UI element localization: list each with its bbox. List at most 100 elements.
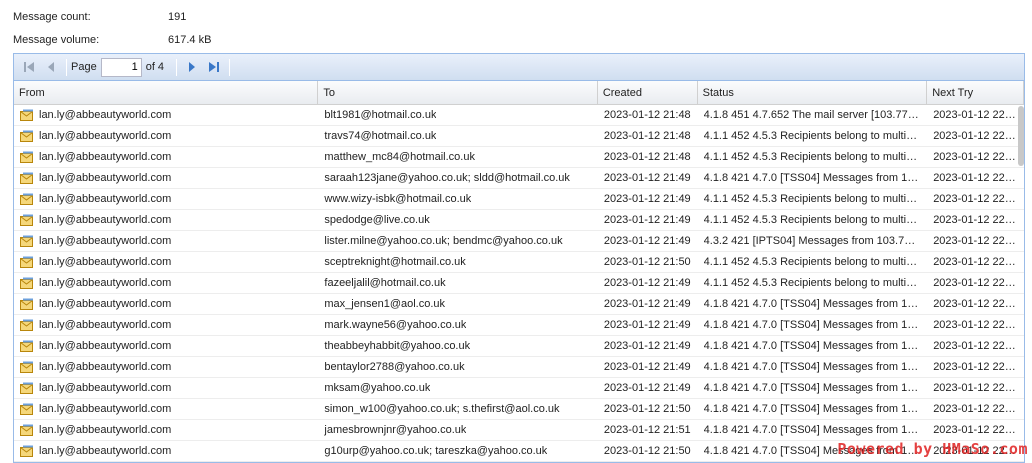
next-page-button[interactable] [181, 57, 203, 77]
next-try-cell: 2023-01-12 22:20 [933, 403, 1019, 415]
next-try-cell: 2023-01-12 22:19 [933, 130, 1019, 142]
paging-toolbar: Page of 4 [14, 54, 1024, 81]
next-try-cell: 2023-01-12 22:20 [933, 382, 1019, 394]
created-cell: 2023-01-12 21:48 [603, 130, 691, 142]
column-header-to[interactable]: To [318, 81, 598, 104]
table-row[interactable]: lan.ly@abbeautyworld.com blt1981@hotmail.… [14, 105, 1024, 126]
created-cell: 2023-01-12 21:50 [603, 256, 691, 268]
status-cell: 4.1.8 421 4.7.0 [TSS04] Messages from 1… [703, 172, 919, 184]
table-row[interactable]: lan.ly@abbeautyworld.com matthew_mc84@hot… [14, 147, 1024, 168]
page-number-input[interactable] [100, 57, 142, 77]
to-cell: sceptreknight@hotmail.co.uk [324, 256, 466, 268]
page-label: Page [71, 61, 97, 73]
toolbar-separator [229, 58, 231, 76]
created-cell: 2023-01-12 21:49 [603, 298, 691, 310]
table-row[interactable]: lan.ly@abbeautyworld.com sceptreknight@ho… [14, 252, 1024, 273]
queued-message-icon [20, 403, 33, 415]
grid-vertical-scrollbar[interactable] [1018, 106, 1024, 166]
table-row[interactable]: lan.ly@abbeautyworld.com lister.milne@yah… [14, 231, 1024, 252]
table-row[interactable]: lan.ly@abbeautyworld.com theabbeyhabbit@y… [14, 336, 1024, 357]
queued-message-icon [20, 445, 33, 457]
last-page-icon [209, 62, 220, 72]
status-cell: 4.1.1 452 4.5.3 Recipients belong to mul… [703, 256, 922, 268]
status-cell: 4.1.8 421 4.7.0 [TSS04] Messages from 1… [703, 298, 919, 310]
first-page-button[interactable] [18, 57, 40, 77]
table-row[interactable]: lan.ly@abbeautyworld.com spedodge@live.co… [14, 210, 1024, 231]
from-cell: lan.ly@abbeautyworld.com [39, 235, 172, 247]
table-row[interactable]: lan.ly@abbeautyworld.com mksam@yahoo.co.u… [14, 378, 1024, 399]
last-page-button[interactable] [203, 57, 225, 77]
table-row[interactable]: lan.ly@abbeautyworld.com simon_w100@yahoo… [14, 399, 1024, 420]
message-volume-label: Message volume: [13, 33, 100, 46]
table-row[interactable]: lan.ly@abbeautyworld.com jamesbrownjnr@ya… [14, 420, 1024, 441]
to-cell: fazeeljalil@hotmail.co.uk [324, 277, 446, 289]
from-cell: lan.ly@abbeautyworld.com [39, 256, 172, 268]
queued-message-icon [20, 382, 33, 394]
message-count-label: Message count: [13, 10, 91, 23]
created-cell: 2023-01-12 21:49 [603, 277, 691, 289]
stats-panel: Message count: 191 Message volume: 617.4… [13, 0, 413, 51]
status-cell: 4.1.1 452 4.5.3 Recipients belong to mul… [703, 214, 922, 226]
table-row[interactable]: lan.ly@abbeautyworld.com max_jensen1@aol.… [14, 294, 1024, 315]
status-cell: 4.1.8 451 4.7.652 The mail server [103.7… [703, 109, 922, 121]
column-header-created[interactable]: Created [598, 81, 698, 104]
message-volume-row: Message volume: 617.4 kB [13, 28, 413, 51]
from-cell: lan.ly@abbeautyworld.com [39, 214, 172, 226]
status-cell: 4.1.1 452 4.5.3 Recipients belong to mul… [703, 130, 922, 142]
from-cell: lan.ly@abbeautyworld.com [39, 361, 172, 373]
to-cell: saraah123jane@yahoo.co.uk; sldd@hotmail.… [324, 172, 570, 184]
first-page-icon [24, 62, 34, 72]
grid-body: lan.ly@abbeautyworld.com blt1981@hotmail.… [14, 105, 1024, 462]
next-try-cell: 2023-01-12 22:19 [933, 172, 1019, 184]
table-row[interactable]: lan.ly@abbeautyworld.com fazeeljalil@hotm… [14, 273, 1024, 294]
next-try-cell: 2023-01-12 22:19 [933, 298, 1019, 310]
status-cell: 4.1.1 452 4.5.3 Recipients belong to mul… [703, 151, 922, 163]
created-cell: 2023-01-12 21:49 [603, 319, 691, 331]
next-try-cell: 2023-01-12 22:19 [933, 340, 1019, 352]
toolbar-separator [176, 58, 178, 76]
next-try-cell: 2023-01-12 22:19 [933, 193, 1019, 205]
created-cell: 2023-01-12 21:49 [603, 193, 691, 205]
next-try-cell: 2023-01-12 22:19 [933, 235, 1019, 247]
created-cell: 2023-01-12 21:49 [603, 172, 691, 184]
table-row[interactable]: lan.ly@abbeautyworld.com saraah123jane@ya… [14, 168, 1024, 189]
to-cell: mark.wayne56@yahoo.co.uk [324, 319, 467, 331]
status-cell: 4.1.8 421 4.7.0 [TSS04] Messages from 1… [703, 361, 919, 373]
from-cell: lan.ly@abbeautyworld.com [39, 424, 172, 436]
to-cell: bentaylor2788@yahoo.co.uk [324, 361, 465, 373]
status-cell: 4.1.8 421 4.7.0 [TSS04] Messages from 1… [703, 403, 919, 415]
powered-by-watermark: Powered by HMaSo.com [837, 440, 1028, 458]
created-cell: 2023-01-12 21:51 [603, 424, 691, 436]
table-row[interactable]: lan.ly@abbeautyworld.com www.wizy-isbk@ho… [14, 189, 1024, 210]
created-cell: 2023-01-12 21:49 [603, 382, 691, 394]
table-row[interactable]: lan.ly@abbeautyworld.com travs74@hotmail.… [14, 126, 1024, 147]
from-cell: lan.ly@abbeautyworld.com [39, 403, 172, 415]
status-cell: 4.1.8 421 4.7.0 [TSS04] Messages from 1… [703, 340, 919, 352]
next-try-cell: 2023-01-12 22:19 [933, 214, 1019, 226]
queue-grid-panel: Page of 4 From To Created Status Next Tr… [13, 53, 1025, 463]
queued-message-icon [20, 319, 33, 331]
table-row[interactable]: lan.ly@abbeautyworld.com mark.wayne56@yah… [14, 315, 1024, 336]
from-cell: lan.ly@abbeautyworld.com [39, 277, 172, 289]
status-cell: 4.1.8 421 4.7.0 [TSS04] Messages from 1… [703, 382, 919, 394]
column-header-from[interactable]: From [14, 81, 319, 104]
to-cell: www.wizy-isbk@hotmail.co.uk [324, 193, 472, 205]
column-header-status[interactable]: Status [698, 81, 928, 104]
created-cell: 2023-01-12 21:50 [603, 445, 691, 457]
queued-message-icon [20, 109, 33, 121]
status-cell: 4.1.1 452 4.5.3 Recipients belong to mul… [703, 277, 922, 289]
to-cell: blt1981@hotmail.co.uk [324, 109, 437, 121]
next-try-cell: 2023-01-12 22:19 [933, 277, 1019, 289]
from-cell: lan.ly@abbeautyworld.com [39, 193, 172, 205]
column-header-next-try[interactable]: Next Try [927, 81, 1024, 104]
previous-page-icon [48, 62, 54, 72]
queued-message-icon [20, 235, 33, 247]
queued-message-icon [20, 151, 33, 163]
table-row[interactable]: lan.ly@abbeautyworld.com bentaylor2788@ya… [14, 357, 1024, 378]
to-cell: lister.milne@yahoo.co.uk; bendmc@yahoo.c… [324, 235, 563, 247]
status-cell: 4.1.8 421 4.7.0 [TSS04] Messages from 1… [703, 319, 919, 331]
created-cell: 2023-01-12 21:49 [603, 214, 691, 226]
from-cell: lan.ly@abbeautyworld.com [39, 382, 172, 394]
previous-page-button[interactable] [40, 57, 62, 77]
created-cell: 2023-01-12 21:50 [603, 403, 691, 415]
